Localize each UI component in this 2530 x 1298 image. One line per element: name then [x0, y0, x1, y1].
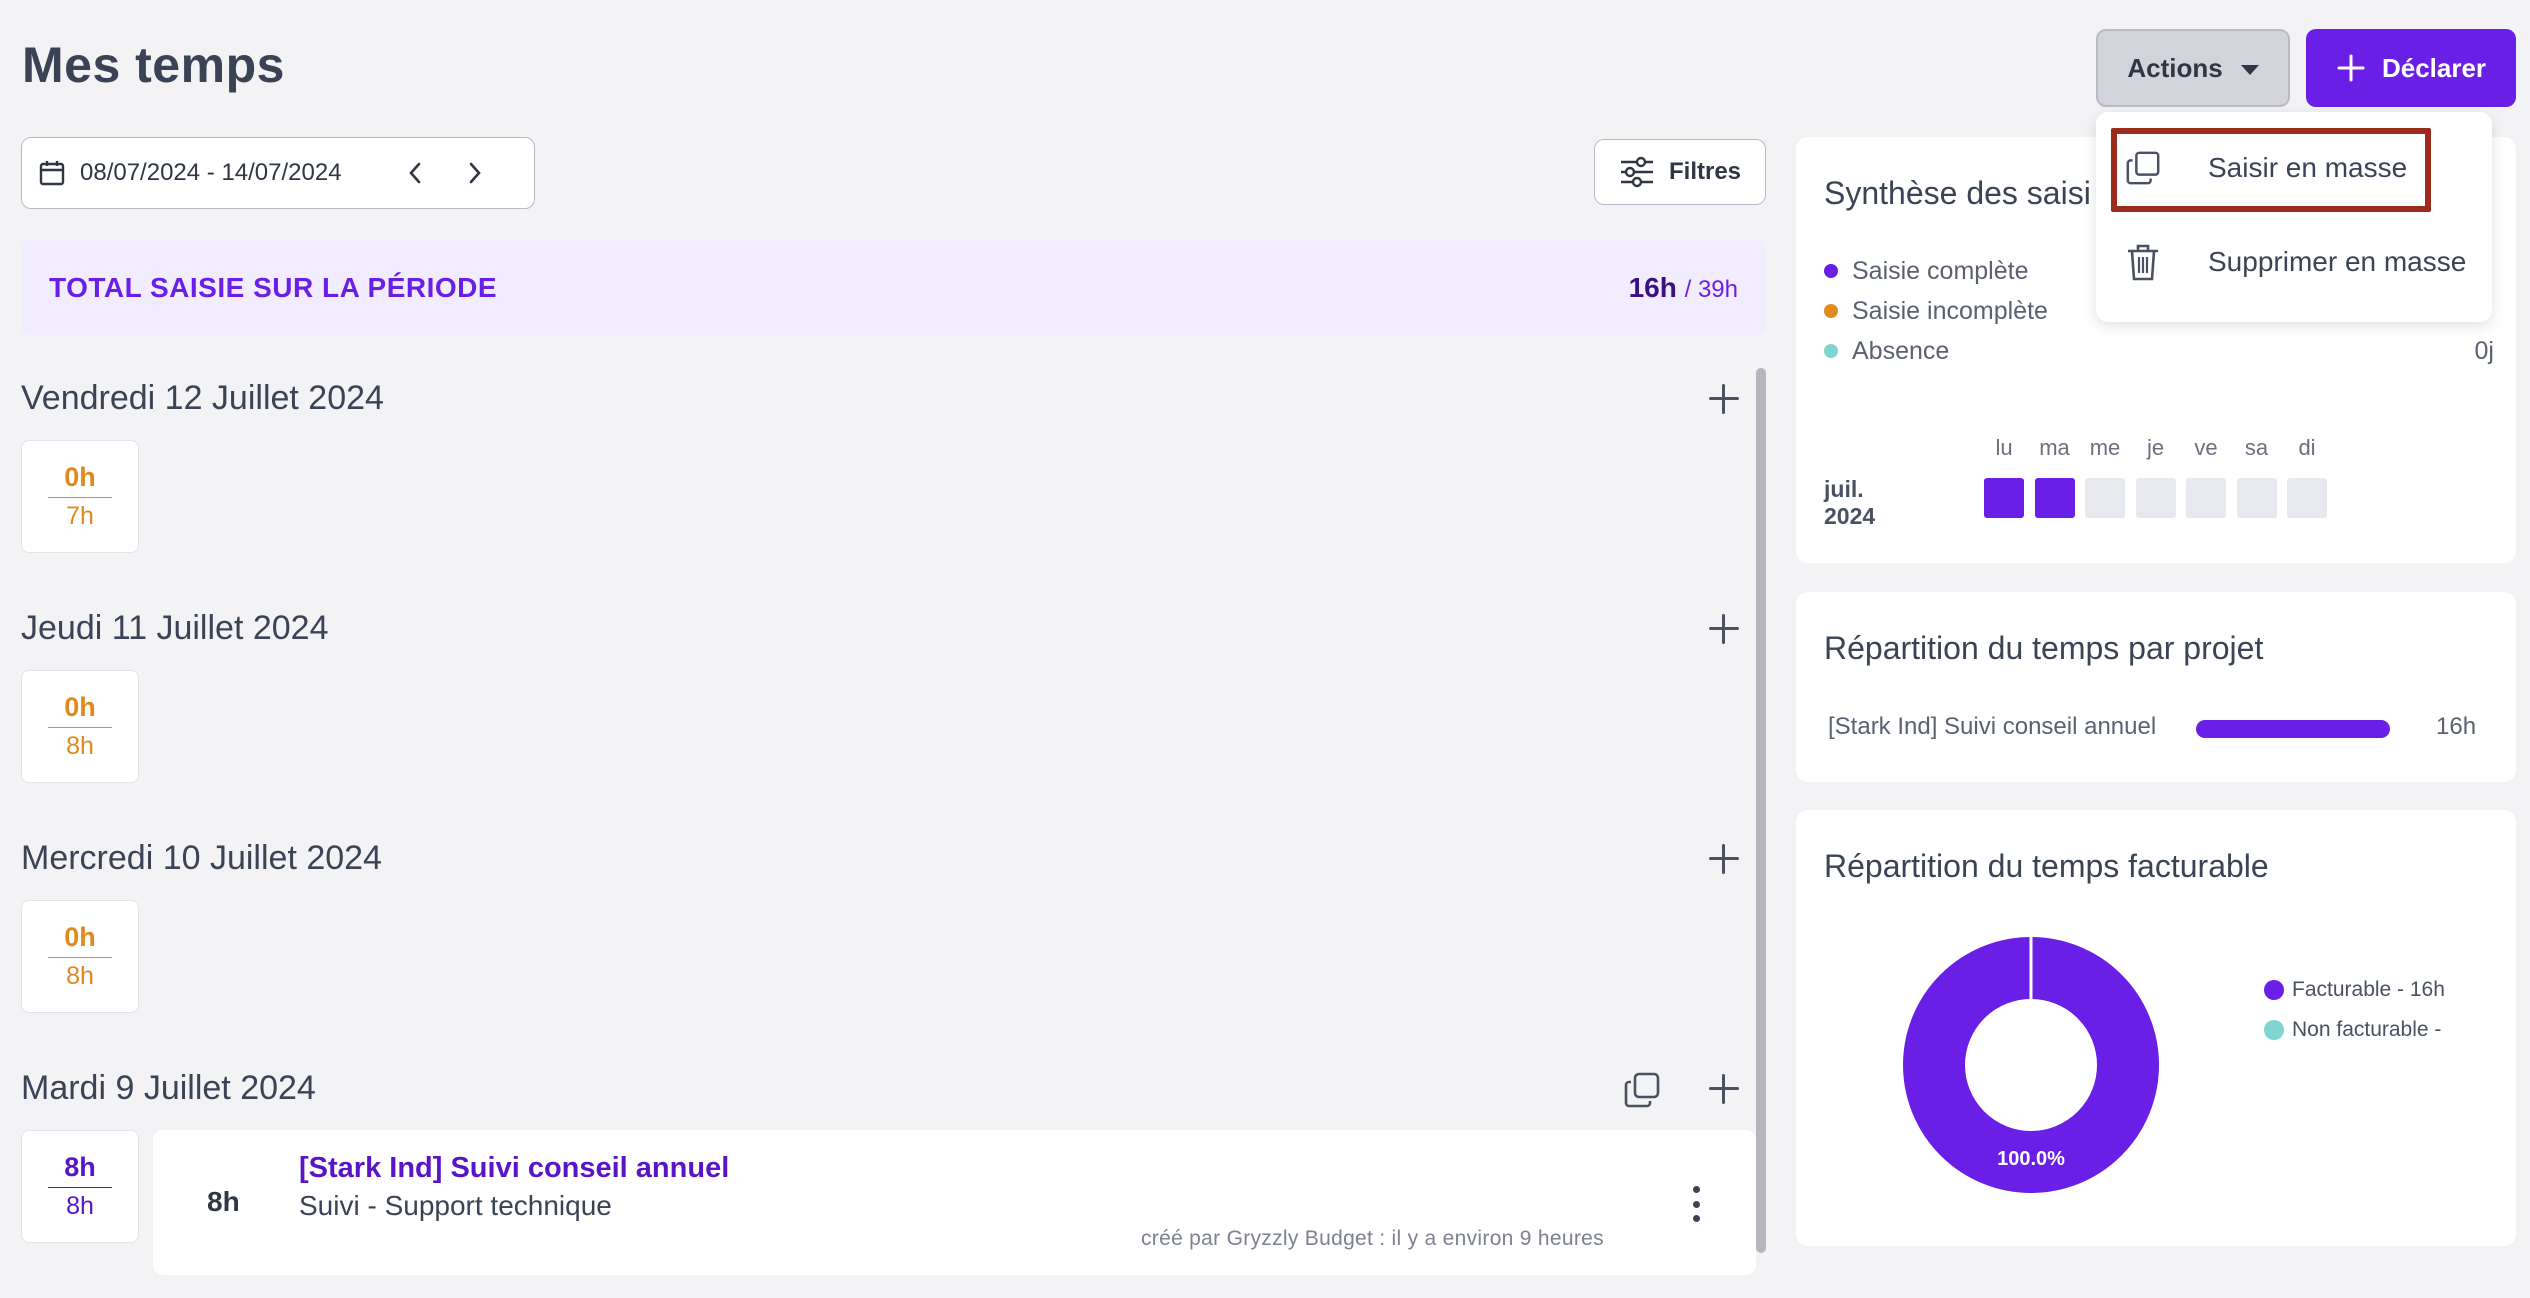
period-total-expected: / 39h — [1684, 275, 1738, 303]
legend-item: Absence 0j — [1824, 331, 2494, 371]
actions-button[interactable]: Actions — [2096, 29, 2290, 107]
calendar-weekday: sa — [2244, 435, 2269, 460]
calendar-day-cell[interactable] — [2135, 478, 2176, 518]
copy-icon — [1624, 1072, 1660, 1108]
calendar-weekday: ma — [2039, 435, 2070, 460]
chevron-left-icon — [408, 162, 420, 184]
synthese-title: Synthèse des saisi — [1824, 175, 2091, 211]
project-split-track — [2196, 720, 2390, 738]
day-hours-done: 0h — [48, 922, 112, 958]
entry-task: Suivi - Support technique — [299, 1190, 612, 1221]
add-entry-button[interactable] — [1707, 842, 1741, 876]
legend-dot — [1824, 264, 1838, 278]
calendar-day-cell[interactable] — [1984, 478, 2024, 518]
day-hours-summary: 0h 8h — [21, 900, 139, 1013]
legend-dot — [1824, 304, 1838, 318]
filters-button-label: Filtres — [1668, 158, 1742, 185]
sliders-icon — [1620, 156, 1653, 188]
duplicate-day-button[interactable] — [1622, 1070, 1662, 1115]
donut-data-label: 100.0% — [1997, 1148, 2065, 1170]
period-total-label: TOTAL SAISIE SUR LA PÉRIODE — [49, 271, 498, 303]
legend-label: Non facturable - — [2292, 1018, 2442, 1041]
project-split-value: 16h — [2436, 713, 2477, 740]
day-hours-expected: 8h — [66, 962, 94, 990]
legend-label: Saisie complète — [1852, 256, 2029, 285]
day-title: Mardi 9 Juillet 2024 — [21, 1069, 316, 1107]
legend-dot — [1824, 344, 1838, 358]
day-title: Vendredi 12 Juillet 2024 — [21, 379, 384, 417]
plus-icon — [2337, 54, 2365, 82]
day-hours-summary: 0h 8h — [21, 670, 139, 783]
legend-label: Facturable - 16h — [2292, 978, 2445, 1001]
day-hours-done: 0h — [48, 692, 112, 728]
calendar-day-cell[interactable] — [2236, 478, 2277, 518]
filters-button[interactable]: Filtres — [1594, 139, 1766, 205]
calendar-month: juil. 2024 — [1824, 476, 1876, 529]
trash-icon — [2128, 244, 2158, 281]
actions-button-label: Actions — [2127, 52, 2223, 83]
kebab-dot-icon — [1692, 1186, 1700, 1193]
project-split-label: [Stark Ind] Suivi conseil annuel — [1828, 713, 2157, 740]
day-hours-summary: 8h 8h — [21, 1130, 139, 1243]
billable-donut-chart: 100.0% — [1903, 935, 2159, 1193]
calendar-weekday: je — [2146, 435, 2165, 460]
calendar-day-cell[interactable] — [2287, 478, 2327, 518]
time-entry-card[interactable]: 8h [Stark Ind] Suivi conseil annuel Suiv… — [153, 1130, 1756, 1275]
absence-value: 0j — [2474, 336, 2494, 365]
legend-dot — [2264, 1020, 2284, 1040]
add-entry-button[interactable] — [1707, 1072, 1741, 1106]
calendar-day-cell[interactable] — [2034, 478, 2075, 518]
day-title: Jeudi 11 Juillet 2024 — [21, 609, 329, 647]
legend-dot — [2264, 980, 2284, 1000]
calendar-day-cell[interactable] — [2186, 478, 2226, 518]
calendar-weekday: me — [2089, 435, 2121, 460]
date-range-text: 08/07/2024 - 14/07/2024 — [80, 159, 342, 186]
calendar-icon — [39, 161, 65, 186]
day-hours-expected: 8h — [66, 1192, 94, 1220]
period-total-value: 16h / 39h — [1629, 272, 1738, 304]
declare-button[interactable]: Déclarer — [2306, 29, 2516, 107]
kebab-dot-icon — [1692, 1200, 1700, 1208]
kebab-dot-icon — [1692, 1215, 1700, 1222]
day-title: Mercredi 10 Juillet 2024 — [21, 839, 382, 877]
project-split-bar — [2196, 720, 2390, 738]
caret-down-icon — [2240, 65, 2259, 75]
billable-title: Répartition du temps facturable — [1824, 848, 2269, 884]
project-split-title: Répartition du temps par projet — [1824, 630, 2264, 666]
next-period-button[interactable] — [460, 158, 490, 188]
entry-menu-button[interactable] — [1691, 1186, 1701, 1222]
calendar-day-cell[interactable] — [2085, 478, 2125, 518]
day-hours-done: 0h — [48, 462, 112, 498]
menu-item-bulk-delete[interactable]: Supprimer en masse — [2096, 222, 2492, 302]
period-total-done: 16h — [1628, 271, 1677, 303]
day-hours-expected: 8h — [66, 732, 94, 760]
calendar-weekday: di — [2298, 435, 2316, 460]
add-entry-button[interactable] — [1707, 612, 1741, 646]
day-hours-summary: 0h 7h — [21, 440, 139, 553]
declare-button-label: Déclarer — [2381, 52, 2487, 83]
legend-item[interactable]: Non facturable - — [2264, 1010, 2445, 1050]
menu-item-label: Supprimer en masse — [2208, 246, 2467, 277]
legend-item[interactable]: Facturable - 16h — [2264, 970, 2445, 1010]
calendar-weekday: lu — [1995, 435, 2013, 460]
project-split-panel: Répartition du temps par projet [Stark I… — [1796, 592, 2516, 782]
previous-period-button[interactable] — [400, 158, 430, 188]
add-entry-button[interactable] — [1707, 382, 1741, 416]
billable-legend: Facturable - 16h Non facturable - — [2264, 970, 2445, 1050]
entry-project[interactable]: [Stark Ind] Suivi conseil annuel — [299, 1152, 729, 1185]
entry-meta: créé par Gryzzly Budget : il y a environ… — [1141, 1227, 1604, 1250]
page-title: Mes temps — [22, 37, 285, 93]
day-hours-done: 8h — [48, 1152, 112, 1188]
legend-label: Saisie incomplète — [1852, 296, 2048, 325]
entry-hours: 8h — [207, 1186, 240, 1217]
billable-panel: Répartition du temps facturable 100.0% F… — [1796, 810, 2516, 1246]
highlight-box — [2111, 128, 2431, 212]
period-total-banner: TOTAL SAISIE SUR LA PÉRIODE 16h / 39h — [21, 240, 1766, 335]
day-hours-expected: 7h — [66, 502, 94, 530]
chevron-right-icon — [469, 162, 481, 184]
day-list-scrollbar[interactable] — [1756, 368, 1766, 1253]
legend-label: Absence — [1852, 336, 1950, 365]
date-range-picker[interactable]: 08/07/2024 - 14/07/2024 — [21, 137, 535, 209]
calendar-weekday: ve — [2194, 435, 2218, 460]
